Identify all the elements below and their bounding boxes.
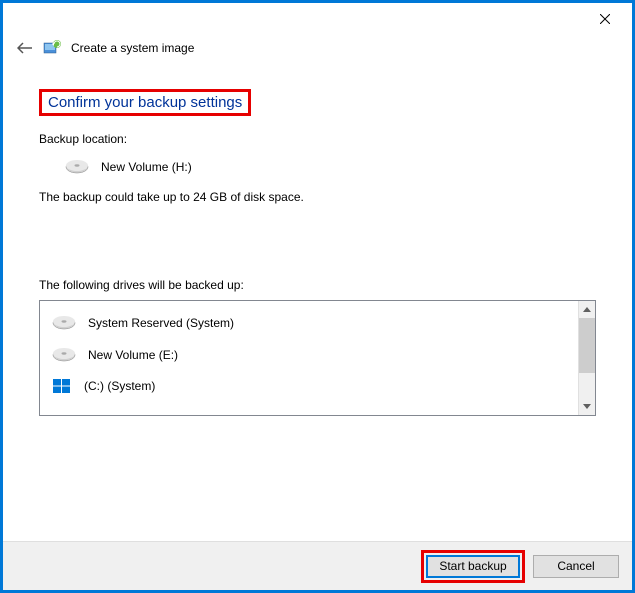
- scroll-thumb[interactable]: [579, 318, 595, 373]
- heading-highlight: Confirm your backup settings: [39, 89, 251, 116]
- drive-name: (C:) (System): [84, 379, 155, 393]
- backup-location-row: New Volume (H:): [39, 158, 596, 176]
- drives-list-inner: System Reserved (System) New Volume (E:)…: [40, 301, 578, 415]
- backup-location-name: New Volume (H:): [101, 160, 192, 174]
- scroll-up-button[interactable]: [579, 301, 595, 318]
- start-backup-button[interactable]: Start backup: [426, 555, 520, 578]
- drive-icon: [65, 158, 89, 176]
- list-item[interactable]: System Reserved (System): [48, 307, 570, 339]
- back-button[interactable]: [17, 40, 33, 56]
- backup-location-label: Backup location:: [39, 132, 596, 146]
- list-item[interactable]: New Volume (E:): [48, 339, 570, 371]
- footer: Start backup Cancel: [3, 541, 632, 590]
- list-item[interactable]: (C:) (System): [48, 371, 570, 401]
- drive-icon: [52, 314, 76, 332]
- start-backup-highlight: Start backup: [421, 550, 525, 583]
- scroll-track[interactable]: [579, 373, 595, 398]
- scrollbar[interactable]: [578, 301, 595, 415]
- scroll-down-button[interactable]: [579, 398, 595, 415]
- content-area: Confirm your backup settings Backup loca…: [3, 67, 632, 416]
- heading: Confirm your backup settings: [48, 94, 242, 111]
- drive-icon: [52, 346, 76, 364]
- drive-name: System Reserved (System): [88, 316, 234, 330]
- cancel-button[interactable]: Cancel: [533, 555, 619, 578]
- system-image-icon: [43, 39, 61, 57]
- drives-list: System Reserved (System) New Volume (E:)…: [39, 300, 596, 416]
- drive-name: New Volume (E:): [88, 348, 178, 362]
- titlebar: [3, 3, 632, 35]
- drives-label: The following drives will be backed up:: [39, 278, 596, 292]
- page-title: Create a system image: [71, 41, 194, 55]
- size-info: The backup could take up to 24 GB of dis…: [39, 190, 596, 204]
- header: Create a system image: [3, 35, 632, 67]
- windows-icon: [52, 378, 72, 394]
- close-button[interactable]: [590, 7, 620, 31]
